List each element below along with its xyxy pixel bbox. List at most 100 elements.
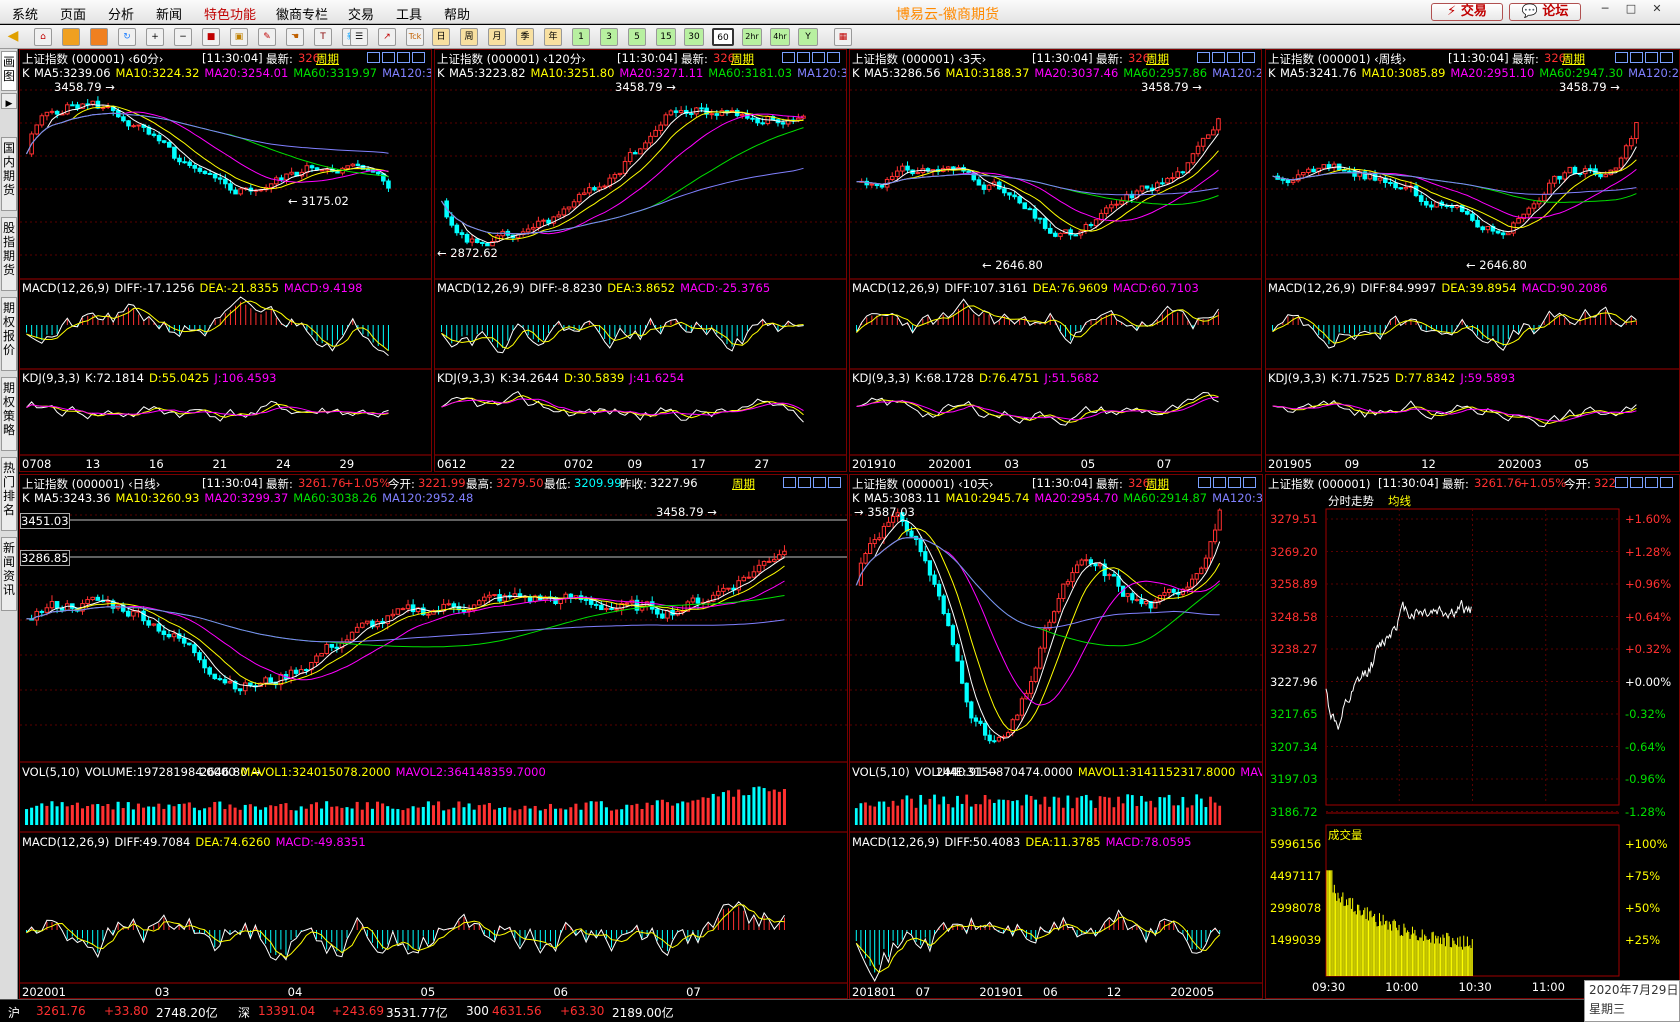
ma-line [26, 112, 389, 155]
period-1min[interactable]: 1 [572, 28, 590, 46]
menu-news[interactable]: 新闻 [156, 4, 182, 23]
x-tick-label: 0612 [437, 457, 467, 471]
sidebar-tab-domestic-futures[interactable]: 国内期货 [1, 137, 17, 211]
candle-body [1017, 196, 1022, 204]
candle-body [978, 720, 983, 724]
period-year[interactable]: 年 [544, 28, 562, 46]
calculator-icon[interactable]: ▦ [834, 28, 852, 46]
chart-panel-weekly[interactable]: 上证指数 (000001) ‹周线› [11:30:04] 最新: 326 周期… [1265, 49, 1680, 472]
candle-body [85, 599, 90, 605]
menu-analysis[interactable]: 分析 [108, 4, 134, 23]
sidebar-tab-options-strategy[interactable]: 期权策略 [1, 377, 17, 451]
menu-page[interactable]: 页面 [60, 4, 86, 23]
chart-panel-120min[interactable]: 上证指数 (000001) ‹120分› [11:30:04] 最新: 326 … [434, 49, 847, 472]
intraday-tab-ma[interactable]: 均线 [1388, 493, 1416, 509]
lock-icon[interactable]: ▣ [230, 28, 248, 46]
hand-icon[interactable]: ☚ [286, 28, 304, 46]
sidebar-tab-news[interactable]: 新闻资讯 [1, 537, 17, 611]
ma-line [441, 127, 804, 235]
zoom-out-icon[interactable]: − [174, 28, 192, 46]
candle-body [780, 122, 786, 125]
high-marker: 3458.79 → [615, 80, 676, 94]
candle-body [900, 165, 905, 172]
period-15min[interactable]: 15 [656, 28, 676, 46]
kdj-legend-item: J:41.6254 [629, 371, 685, 385]
zoom-in-icon[interactable]: + [146, 28, 164, 46]
candle-body [973, 717, 979, 722]
candle-body [796, 117, 801, 121]
candle-body [1465, 210, 1470, 215]
candle-body [1429, 204, 1434, 208]
intraday-tab-chart[interactable]: 分时走势 [1328, 493, 1379, 509]
trade-button[interactable]: ⚡ 交易 [1431, 3, 1503, 21]
candle-body [492, 594, 497, 597]
period-custom[interactable]: Y [798, 28, 818, 46]
forum-button[interactable]: 💬 论坛 [1509, 3, 1581, 21]
book-icon[interactable] [62, 28, 80, 46]
restore-icon[interactable]: □ [1622, 2, 1640, 16]
menu-huishang[interactable]: 徽商专栏 [276, 4, 328, 23]
chart-panel-daily[interactable]: 上证指数 (000001) ‹日线› [11:30:04] 最新: 3261.7… [19, 474, 848, 999]
candle-body [314, 655, 319, 663]
candle-body [304, 669, 309, 672]
x-tick-label: 10:00 [1385, 980, 1419, 994]
k-label: K [1268, 66, 1276, 80]
chart-line-icon[interactable]: ↗ [378, 28, 396, 46]
tick-icon[interactable]: Tck [406, 28, 424, 46]
pct-axis-label: +0.32% [1625, 642, 1672, 656]
candle-body [166, 633, 172, 638]
minimize-icon[interactable]: ─ [1596, 2, 1614, 16]
candle-body [454, 224, 460, 234]
candle-body [1027, 208, 1033, 211]
hammer-icon[interactable]: T [314, 28, 332, 46]
candle-body [187, 642, 192, 646]
candle-body [1618, 157, 1624, 169]
back-arrow-icon[interactable]: ◀ [4, 28, 22, 46]
table-icon[interactable]: ☰ [350, 28, 368, 46]
ma-legend-item: MA120:304 [1212, 491, 1263, 505]
close-icon[interactable]: ✕ [1648, 2, 1666, 16]
price-axis-label: 3258.89 [1270, 577, 1318, 591]
kdj-legend-item: D:77.8342 [1395, 371, 1456, 385]
price-line-label[interactable]: 3451.03 [20, 513, 70, 529]
menu-special[interactable]: 特色功能 [204, 4, 256, 23]
alert-icon[interactable]: ■ [202, 28, 220, 46]
period-30min[interactable]: 30 [684, 28, 704, 46]
refresh-icon[interactable]: ↻ [118, 28, 136, 46]
sidebar-tab-hot-ranking[interactable]: 热门排名 [1, 457, 17, 531]
chart-panel-intraday[interactable]: 上证指数 (000001) [11:30:04] 最新: 3261.76 +1.… [1265, 474, 1680, 999]
period-60min[interactable]: 60 [712, 28, 734, 46]
period-3min[interactable]: 3 [600, 28, 618, 46]
period-2hr[interactable]: 2hr [742, 28, 762, 46]
ma-legend-item: MA5:3241.76 [1280, 66, 1357, 80]
volume-legend-item: VOL(5,10) [22, 765, 80, 779]
sidebar-tab-draw[interactable]: 画图 [1, 51, 17, 91]
period-4hr[interactable]: 4hr [770, 28, 790, 46]
period-month[interactable]: 月 [488, 28, 506, 46]
sidebar-tab-options-quote[interactable]: 期权报价 [1, 297, 17, 371]
sidebar-tab-index-futures[interactable]: 股指期货 [1, 217, 17, 291]
home-icon[interactable]: ⌂ [34, 28, 52, 46]
pen-icon[interactable]: ✎ [258, 28, 276, 46]
menu-help[interactable]: 帮助 [444, 4, 470, 23]
x-tick-label: 27 [754, 457, 770, 471]
menu-trade[interactable]: 交易 [348, 4, 374, 23]
kdj-legend-item: K:72.1814 [85, 371, 145, 385]
volume-axis-label: 5996156 [1270, 837, 1322, 851]
period-week[interactable]: 周 [460, 28, 478, 46]
price-line-label[interactable]: 3286.85 [20, 550, 70, 566]
report-icon[interactable] [90, 28, 108, 46]
menu-tools[interactable]: 工具 [396, 4, 422, 23]
x-tick-label: 201905 [1268, 457, 1312, 471]
period-day[interactable]: 日 [432, 28, 450, 46]
ma-line [856, 150, 1219, 232]
menu-system[interactable]: 系统 [12, 4, 38, 23]
period-5min[interactable]: 5 [628, 28, 646, 46]
macd-legend-item: MACD:78.0595 [1105, 835, 1192, 849]
candle-body [1516, 218, 1521, 224]
chart-panel-60min[interactable]: 上证指数 (000001) ‹60分› [11:30:04] 最新: 326 周… [19, 49, 432, 472]
chart-panel-3day[interactable]: 上证指数 (000001) ‹3天› [11:30:04] 最新: 326 周期… [849, 49, 1262, 472]
sidebar-expand-icon[interactable]: ▶ [1, 93, 17, 109]
chart-panel-10day[interactable]: 上证指数 (000001) ‹10天› [11:30:04] 最新: 326 周… [849, 474, 1263, 999]
period-quarter[interactable]: 季 [516, 28, 534, 46]
